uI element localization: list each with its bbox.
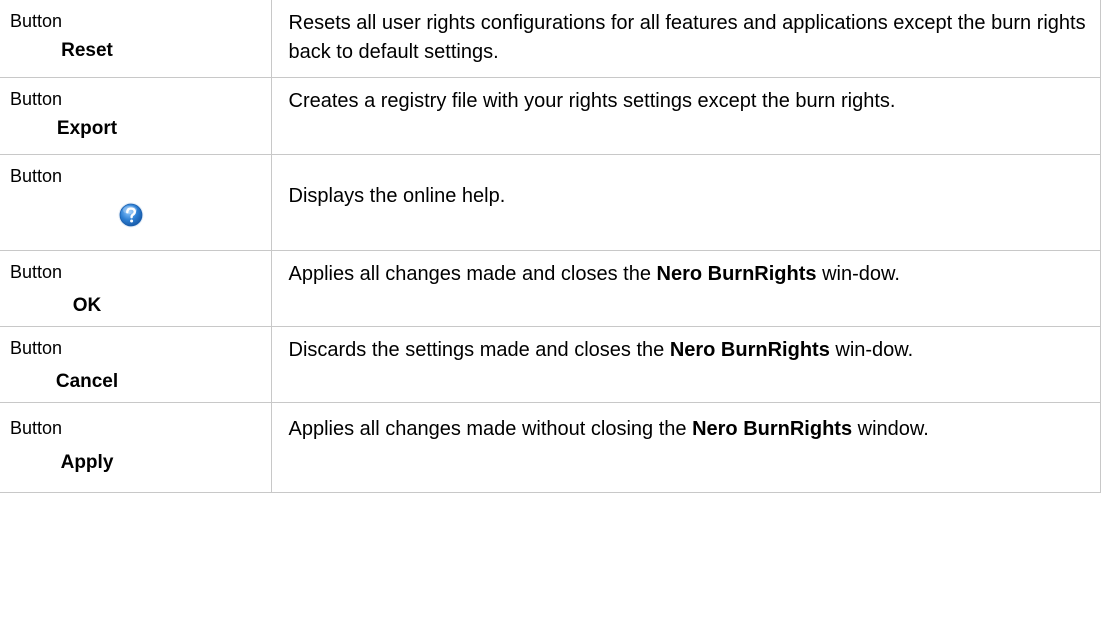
table-row: Button OK Applies all changes made and c… [0, 249, 1101, 327]
description-text: Creates a registry file with your rights… [288, 89, 896, 112]
description-text-part: window. [852, 417, 929, 440]
element-type-label: Button [10, 337, 63, 358]
element-cell: Button Apply [0, 401, 272, 493]
description-cell: Displays the online help. [270, 153, 1101, 251]
description-text-part: Discards the settings made and closes th… [288, 338, 670, 361]
table-row: Button Export Creates a registry file wi… [0, 76, 1101, 155]
element-type-label: Button [10, 261, 63, 282]
table-row: Button Reset Resets all user rights conf… [0, 0, 1101, 78]
description-cell: Applies all changes made without closing… [270, 401, 1101, 493]
element-cell: Button Cancel [0, 325, 272, 403]
table-row: Button Cancel Discards the settings made… [0, 325, 1101, 403]
element-type-label: Button [10, 165, 63, 186]
description-text-part: win-dow. [816, 262, 900, 285]
element-name-export: Export [56, 117, 118, 139]
button-reference-table: Button Reset Resets all user rights conf… [0, 0, 1101, 493]
element-name-cancel: Cancel [55, 370, 119, 392]
element-cell: Button OK [0, 249, 272, 327]
element-type-label: Button [10, 417, 63, 438]
element-name-ok: OK [72, 294, 102, 316]
description-text: Displays the online help. [288, 184, 506, 207]
element-cell: Button Export [0, 76, 272, 155]
window-name-bold: Nero BurnRights [669, 338, 830, 361]
description-text-part: Applies all changes made without closing… [288, 417, 693, 440]
description-text-part: Applies all changes made and closes the [288, 262, 657, 285]
element-name-apply: Apply [60, 451, 114, 473]
window-name-bold: Nero BurnRights [692, 417, 853, 440]
description-text: Discards the settings made and closes th… [272, 327, 1100, 365]
element-cell: Button [0, 153, 272, 251]
window-name-bold: Nero BurnRights [656, 262, 817, 285]
description-text: Applies all changes made without closing… [272, 403, 1100, 444]
table-row: Button Apply Applies all changes made wi… [0, 401, 1101, 493]
element-cell: Button Reset [0, 0, 272, 78]
help-question-icon [118, 202, 144, 227]
element-type-label: Button [10, 11, 63, 31]
element-name-reset: Reset [61, 40, 113, 61]
description-text-part: win-dow. [829, 338, 914, 361]
element-type-label: Button [10, 88, 63, 109]
table-row: Button Displays the online help. [0, 153, 1101, 251]
description-text: Applies all changes made and closes the … [272, 251, 1100, 289]
description-cell: Resets all user rights configurations fo… [270, 0, 1101, 78]
description-cell: Creates a registry file with your rights… [270, 76, 1101, 155]
description-text: Resets all user rights configurations fo… [288, 12, 1086, 63]
description-cell: Applies all changes made and closes the … [270, 249, 1101, 327]
description-cell: Discards the settings made and closes th… [270, 325, 1101, 403]
